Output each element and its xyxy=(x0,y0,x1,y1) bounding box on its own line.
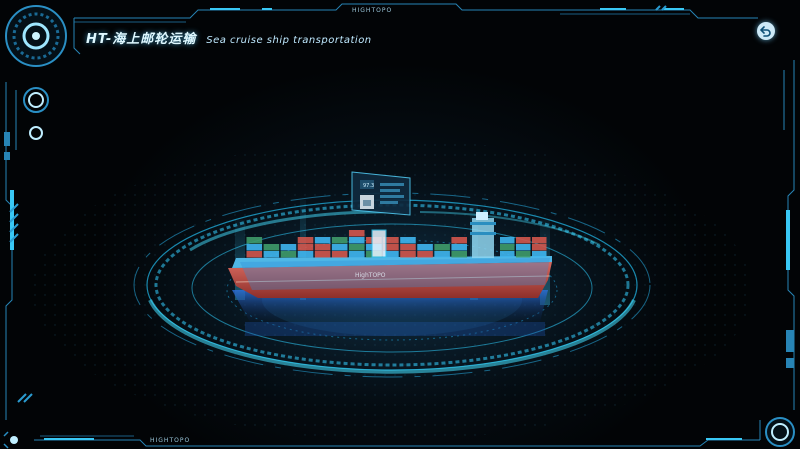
container-box xyxy=(348,251,365,258)
container-box xyxy=(280,244,297,251)
container-box xyxy=(417,251,433,258)
container-box xyxy=(500,244,515,251)
container-box xyxy=(263,251,280,258)
back-button[interactable] xyxy=(757,22,775,40)
back-arrow-icon xyxy=(760,26,771,37)
container-box xyxy=(417,244,433,251)
container-box xyxy=(400,251,416,258)
container-box xyxy=(331,251,348,258)
brand-label-top: HIGHTOPO xyxy=(352,7,393,14)
container-box xyxy=(297,244,314,251)
page-subtitle: Sea cruise ship transportation xyxy=(206,35,372,46)
hull-brand: HighTOPO xyxy=(355,272,386,279)
container-box xyxy=(348,244,365,251)
ship-info-panel[interactable]: 97.3 xyxy=(351,171,411,216)
container-box xyxy=(348,230,365,237)
container-box xyxy=(516,251,531,258)
container-box xyxy=(532,244,547,251)
selected-container[interactable] xyxy=(371,229,387,258)
container-box xyxy=(314,244,331,251)
container-box xyxy=(348,237,365,244)
container-box xyxy=(451,251,467,258)
container-box xyxy=(314,237,331,244)
panel-value: 97.3 xyxy=(363,183,374,189)
container-box xyxy=(400,237,416,244)
container-box xyxy=(280,251,297,258)
viewport[interactable]: HighTOPO 97.3 HT-海上邮轮运输 Sea cruise ship … xyxy=(0,0,800,449)
container-box xyxy=(314,251,331,258)
container-box xyxy=(451,244,467,251)
container-box xyxy=(516,244,531,251)
container-box xyxy=(246,251,263,258)
scene-3d[interactable]: HighTOPO 97.3 xyxy=(0,0,800,449)
container-box xyxy=(451,237,467,244)
container-box xyxy=(434,244,450,251)
container-box xyxy=(516,237,531,244)
container-box xyxy=(434,251,450,258)
container-box xyxy=(263,244,280,251)
container-box xyxy=(297,251,314,258)
page-title: HT-海上邮轮运输 xyxy=(86,32,197,47)
container-box xyxy=(246,237,263,244)
container-box xyxy=(400,244,416,251)
container-box xyxy=(500,251,515,258)
container-box xyxy=(500,237,515,244)
container-box xyxy=(331,244,348,251)
container-box xyxy=(246,244,263,251)
container-box xyxy=(331,237,348,244)
container-box xyxy=(532,237,547,244)
brand-label-bottom: HIGHTOPO xyxy=(150,437,191,444)
container-box xyxy=(532,251,547,258)
container-box xyxy=(297,237,314,244)
page-title-bar: HT-海上邮轮运输 Sea cruise ship transportation xyxy=(86,28,372,48)
